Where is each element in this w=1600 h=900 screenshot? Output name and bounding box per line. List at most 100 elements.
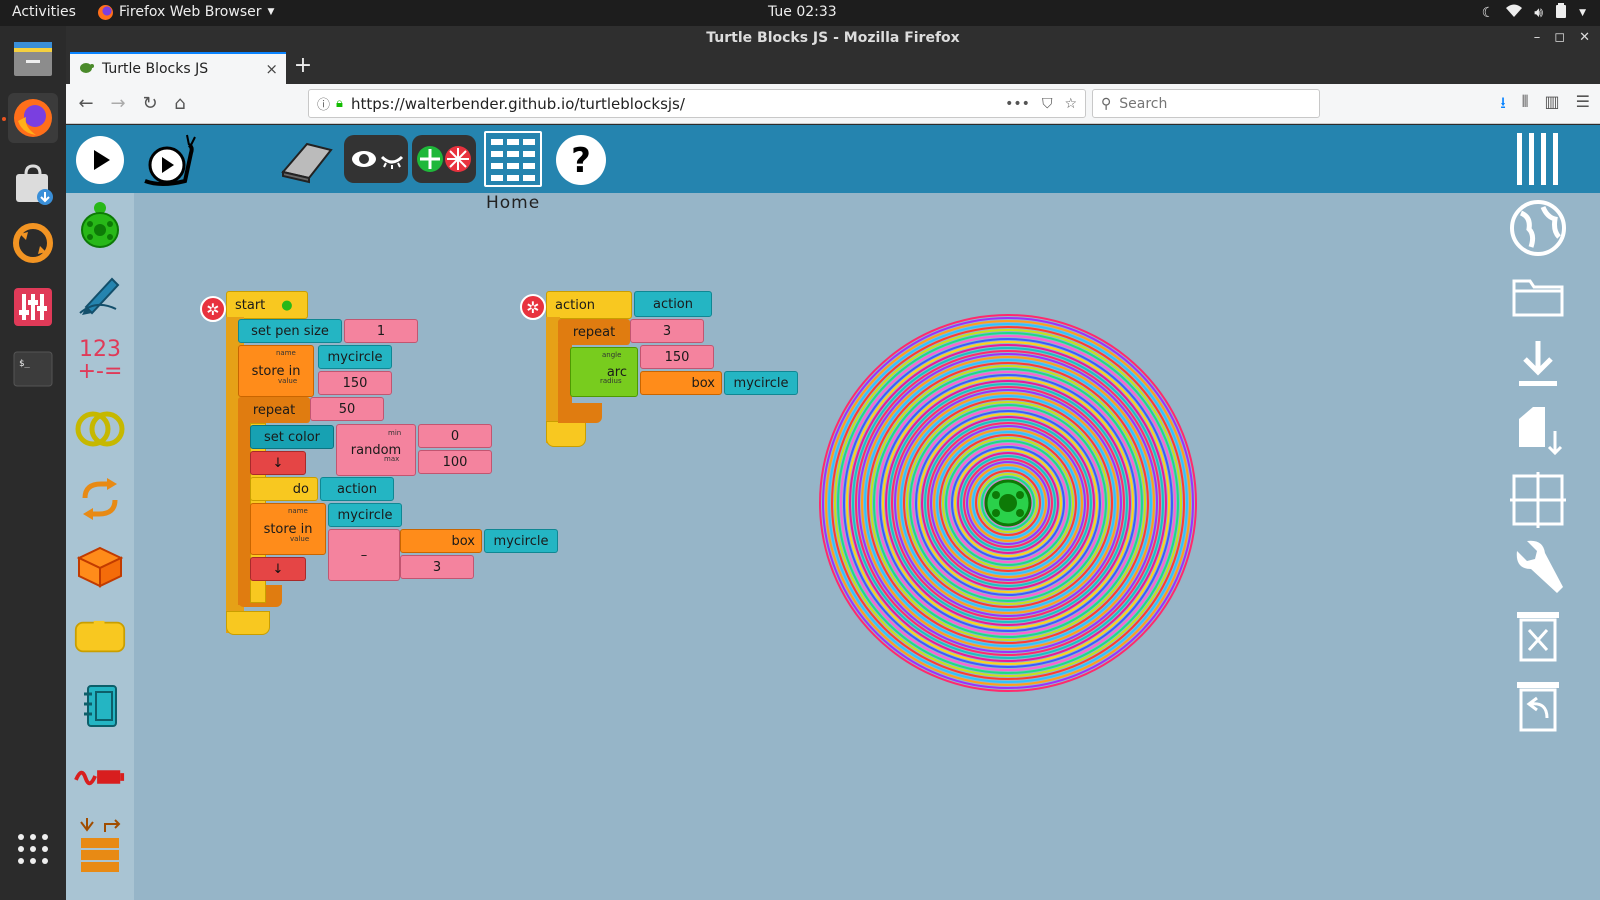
block-palette: 123 +-= bbox=[66, 193, 134, 900]
close-tab-icon[interactable]: × bbox=[265, 60, 278, 78]
terminal-icon[interactable]: $_ bbox=[8, 344, 58, 394]
random-block[interactable]: random bbox=[336, 424, 416, 476]
library-icon[interactable]: ⫴ bbox=[1522, 92, 1529, 119]
save-download-icon[interactable] bbox=[1504, 333, 1572, 395]
store-name-arg[interactable]: mycircle bbox=[318, 345, 392, 369]
clear-eraser-button[interactable] bbox=[276, 135, 338, 185]
expand-collapse-blocks-button[interactable] bbox=[412, 135, 476, 183]
repeat-count-2[interactable]: 3 bbox=[630, 319, 704, 343]
restore-trash-icon[interactable] bbox=[1504, 675, 1572, 737]
url-bar[interactable]: ⓘ 🔒︎ https://walterbender.github.io/turt… bbox=[308, 89, 1086, 118]
back-icon[interactable]: ← bbox=[74, 92, 98, 116]
store-name-arg-2[interactable]: mycircle bbox=[328, 503, 402, 527]
open-folder-icon[interactable] bbox=[1504, 265, 1572, 327]
action-block-foot bbox=[546, 421, 586, 447]
store-value-arg[interactable]: 150 bbox=[318, 371, 392, 395]
boolean-palette-icon[interactable] bbox=[74, 403, 126, 455]
search-input[interactable] bbox=[1119, 95, 1300, 112]
repeat-count[interactable]: 50 bbox=[310, 397, 384, 421]
boxes-palette-icon[interactable] bbox=[74, 541, 126, 593]
gnome-top-bar: Activities Firefox Web Browser ▼ Tue 02:… bbox=[0, 0, 1600, 26]
tab-turtle-blocks[interactable]: Turtle Blocks JS × bbox=[70, 52, 286, 84]
arc-angle-arg[interactable]: 150 bbox=[640, 345, 714, 369]
cartesian-grid-icon[interactable] bbox=[1504, 469, 1572, 531]
hamburger-menu-icon[interactable]: ☰ bbox=[1576, 92, 1590, 119]
collapse-start-stack-button[interactable]: ✲ bbox=[200, 296, 226, 322]
flow-palette-icon[interactable] bbox=[74, 473, 126, 525]
do-block[interactable]: do bbox=[250, 477, 318, 501]
collapse-action-stack-button[interactable]: ✲ bbox=[520, 294, 546, 320]
settings-wrench-icon[interactable] bbox=[1504, 537, 1572, 599]
bookmark-star-icon[interactable]: ☆ bbox=[1064, 96, 1077, 112]
box-name-arg[interactable]: mycircle bbox=[484, 529, 558, 553]
arc-angle-hint: angle bbox=[602, 351, 622, 359]
show-applications-icon[interactable] bbox=[8, 824, 58, 874]
planet-globe-icon[interactable] bbox=[1504, 197, 1572, 259]
sensors-palette-icon[interactable] bbox=[74, 751, 126, 803]
repeat-block[interactable]: repeat bbox=[238, 397, 310, 423]
number-palette-icon[interactable]: 123 +-= bbox=[74, 335, 126, 387]
action-block[interactable]: action bbox=[546, 291, 632, 319]
run-slow-snail-button[interactable] bbox=[140, 133, 200, 189]
action-palette-icon[interactable] bbox=[74, 611, 126, 663]
turtle-sprite[interactable] bbox=[984, 479, 1032, 527]
arc-box-block[interactable]: box bbox=[640, 371, 722, 395]
pen-palette-icon[interactable] bbox=[74, 267, 126, 319]
forward-icon[interactable]: → bbox=[106, 92, 130, 116]
number-palette-bottom: +-= bbox=[77, 359, 123, 384]
start-block[interactable]: start ● bbox=[226, 291, 308, 319]
mixer-app-icon[interactable] bbox=[8, 282, 58, 332]
delete-trash-icon[interactable] bbox=[1504, 605, 1572, 667]
help-label: ? bbox=[571, 141, 591, 181]
pocket-icon[interactable]: ⛉ bbox=[1042, 96, 1053, 112]
new-tab-button[interactable]: + bbox=[288, 54, 318, 80]
minus-block[interactable]: – bbox=[328, 529, 400, 581]
media-palette-icon[interactable] bbox=[74, 681, 126, 733]
store-arrow-block[interactable]: ↓ bbox=[250, 557, 306, 581]
files-manager-icon[interactable] bbox=[8, 34, 58, 84]
system-tray[interactable]: ☾ 🔊︎ ▼ bbox=[1482, 3, 1586, 22]
help-button[interactable]: ? bbox=[554, 133, 608, 187]
firefox-dock-icon[interactable] bbox=[8, 93, 58, 143]
url-text[interactable]: https://walterbender.github.io/turtleblo… bbox=[351, 95, 1005, 113]
box-block[interactable]: box bbox=[400, 529, 482, 553]
page-actions-icon[interactable]: ••• bbox=[1005, 96, 1030, 112]
software-center-icon[interactable] bbox=[8, 160, 58, 210]
load-samples-icon[interactable] bbox=[1504, 401, 1572, 463]
repeat-block-2[interactable]: repeat bbox=[558, 319, 630, 345]
run-button[interactable] bbox=[74, 135, 126, 185]
do-action-arg[interactable]: action bbox=[320, 477, 394, 501]
close-window-icon[interactable]: ✕ bbox=[1579, 26, 1590, 50]
activities-button[interactable]: Activities bbox=[12, 4, 76, 20]
reload-icon[interactable]: ↻ bbox=[138, 92, 162, 116]
color-arrow-block[interactable]: ↓ bbox=[250, 451, 306, 475]
arc-box-name-arg[interactable]: mycircle bbox=[724, 371, 798, 395]
search-bar[interactable]: ⚲ bbox=[1092, 89, 1320, 118]
home-grid-button[interactable] bbox=[484, 131, 542, 187]
arc-radius-hint: radius bbox=[600, 377, 622, 385]
sidebar-icon[interactable]: ▥ bbox=[1545, 92, 1560, 119]
turtle-palette-icon[interactable] bbox=[74, 199, 126, 251]
minus-operand[interactable]: 3 bbox=[400, 555, 474, 579]
software-updater-icon[interactable] bbox=[8, 218, 58, 268]
downloads-icon[interactable]: ⭳ bbox=[1500, 92, 1506, 119]
random-max-arg[interactable]: 100 bbox=[418, 450, 492, 474]
clock[interactable]: Tue 02:33 bbox=[768, 4, 837, 20]
action-name-arg[interactable]: action bbox=[634, 291, 712, 317]
store-value-hint-2: value bbox=[290, 535, 310, 543]
set-color-block[interactable]: set color bbox=[250, 425, 334, 449]
home-icon[interactable]: ⌂ bbox=[168, 92, 192, 116]
info-icon[interactable]: ⓘ bbox=[317, 94, 330, 113]
minimize-icon[interactable]: – bbox=[1534, 26, 1541, 50]
extras-palette-icon[interactable] bbox=[74, 815, 126, 881]
app-menu[interactable]: Firefox Web Browser ▼ bbox=[98, 4, 274, 20]
show-hide-blocks-button[interactable] bbox=[344, 135, 408, 183]
pen-size-number[interactable]: 1 bbox=[344, 319, 418, 343]
random-min-arg[interactable]: 0 bbox=[418, 424, 492, 448]
store-name-hint: name bbox=[276, 349, 296, 357]
set-pen-size-block[interactable]: set pen size bbox=[238, 319, 342, 343]
wifi-icon bbox=[1506, 4, 1523, 22]
search-icon: ⚲ bbox=[1101, 95, 1112, 112]
maximize-icon[interactable]: ◻ bbox=[1554, 26, 1565, 50]
aux-menu-bars-icon[interactable] bbox=[1504, 125, 1572, 191]
